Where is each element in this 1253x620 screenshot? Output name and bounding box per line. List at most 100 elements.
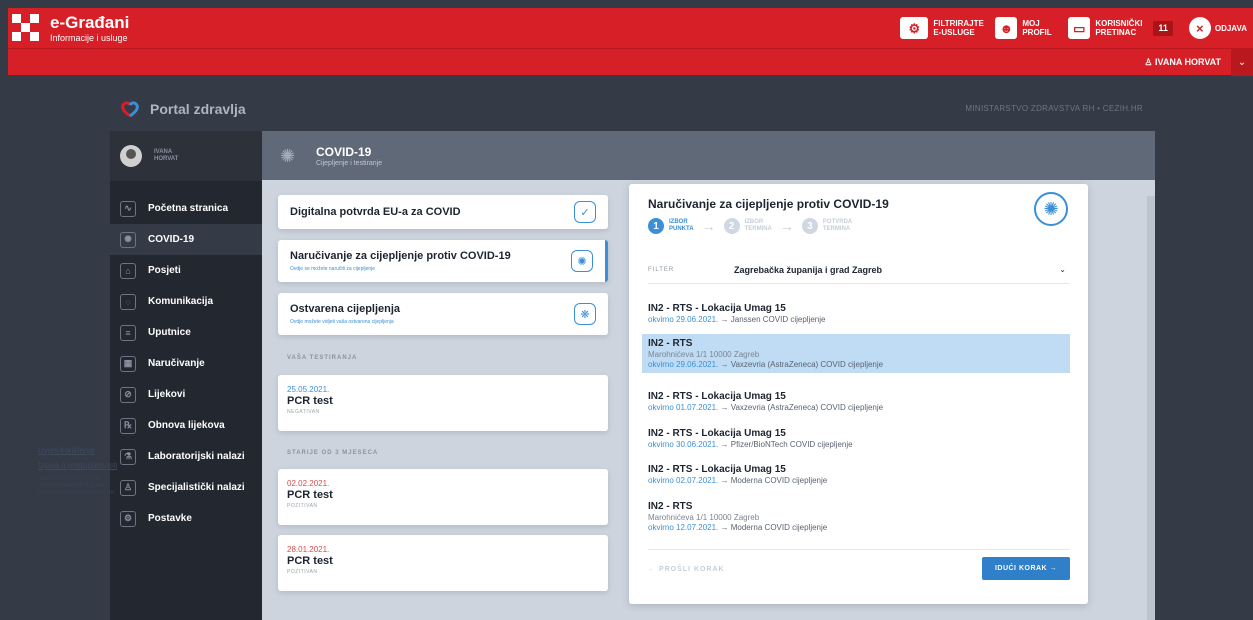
step-select-time: 2 IZBOR TERMINA: [723, 218, 772, 234]
tests-section-label: VAŠA TESTIRANJA: [287, 355, 358, 361]
service-card-vaccination-booking[interactable]: Naručivanje za cijepljenje protiv COVID-…: [278, 240, 608, 282]
sidebar-item-label: COVID-19: [148, 234, 195, 245]
location-date: okvirno 12.07.2021.: [648, 523, 719, 532]
prescription-icon: ℞: [120, 417, 136, 434]
sidebar-item-communication[interactable]: ◌ Komunikacija: [110, 286, 262, 317]
avatar: [120, 145, 142, 167]
test-name: PCR test: [287, 395, 333, 407]
location-item[interactable]: IN2 - RTS Marohnićeva 1/1 10000 Zagreb o…: [642, 497, 1070, 536]
location-date: okvirno 29.06.2021.: [648, 360, 719, 369]
vaccine-shield-icon: ❋: [574, 303, 596, 325]
sidebar-item-label: Laboratorijski nalazi: [148, 451, 245, 462]
settings-icon: ⚙: [120, 510, 136, 527]
previous-step-button[interactable]: ← PROŠLI KORAK: [648, 566, 725, 573]
test-card[interactable]: 28.01.2021. PCR test POZITIVAN: [278, 535, 608, 591]
location-vaccine: → Janssen COVID cijepljenje: [720, 315, 826, 324]
step-label: TERMINA: [822, 226, 851, 232]
user-name: IVANA HORVAT: [1154, 56, 1221, 67]
test-result: NEGATIVAN: [287, 409, 320, 415]
location-name: IN2 - RTS - Lokacija Umag 15: [648, 428, 786, 439]
brand-subtitle: Informacije i usluge: [50, 32, 128, 43]
sidebar-item-specialist-results[interactable]: ♙ Specijalistički nalazi: [110, 472, 262, 503]
test-result: POZITIVAN: [287, 569, 318, 575]
location-item[interactable]: IN2 - RTS - Lokacija Umag 15 okvirno 02.…: [642, 460, 1070, 489]
service-card-completed-vaccinations[interactable]: Ostvarena cijepljenja Ovdje možete vidje…: [278, 293, 608, 335]
user-menu-name[interactable]: ♙ IVANA HORVAT: [1144, 57, 1221, 68]
test-card[interactable]: 02.02.2021. PCR test POZITIVAN: [278, 469, 608, 525]
sidebar: IVANA HORVAT ∿ Početna stranica ✺ COVID-19…: [110, 131, 262, 620]
sidebar-item-booking[interactable]: ▦ Naručivanje: [110, 348, 262, 379]
service-title: Ostvarena cijepljenja: [290, 303, 401, 315]
arrow-right-icon: →: [779, 218, 794, 234]
region-filter[interactable]: FILTER Zagrebačka županija i grad Zagreb…: [648, 256, 1070, 284]
filter-services-button[interactable]: ⚙ FILTRIRAJTE E-USLUGE: [900, 17, 984, 39]
step-label: IZBOR: [744, 219, 764, 225]
location-date: okvirno 29.06.2021.: [648, 315, 719, 324]
sidebar-item-referrals[interactable]: ≡ Uputnice: [110, 317, 262, 348]
location-name: IN2 - RTS - Lokacija Umag 15: [648, 464, 786, 475]
filter-select-value[interactable]: Zagrebačka županija i grad Zagreb: [734, 265, 1059, 275]
logout-label: ODJAVA: [1214, 23, 1247, 33]
pill-icon: ⊘: [120, 386, 136, 403]
test-result: POZITIVAN: [287, 503, 318, 509]
location-item-selected[interactable]: IN2 - RTS Marohnićeva 1/1 10000 Zagreb o…: [642, 334, 1070, 373]
location-item[interactable]: IN2 - RTS - Lokacija Umag 15 okvirno 01.…: [642, 387, 1070, 416]
chevron-down-icon[interactable]: ⌄: [1231, 48, 1253, 76]
terms-link[interactable]: Uvjeti korištenja: [38, 446, 128, 455]
heart-logo-icon: [121, 101, 139, 118]
sidebar-item-medications[interactable]: ⊘ Lijekovi: [110, 379, 262, 410]
sidebar-item-covid[interactable]: ✺ COVID-19: [110, 224, 262, 255]
egradjani-logo[interactable]: e-Građani Informacije i usluge: [12, 14, 129, 43]
service-card-eu-certificate[interactable]: Digitalna potvrda EU-a za COVID ✓: [278, 195, 608, 229]
location-item[interactable]: IN2 - RTS - Lokacija Umag 15 okvirno 30.…: [642, 424, 1070, 453]
portal-logo[interactable]: Portal zdravlja: [120, 99, 246, 119]
content-header: ✺ COVID-19 Cijepljenje i testiranje: [262, 131, 1155, 180]
test-date: 02.02.2021.: [287, 479, 330, 488]
location-vaccine: → Pfizer/BioNTech COVID cijepljenje: [720, 440, 853, 449]
inbox-icon: ▭: [1068, 17, 1091, 39]
sidebar-item-renew-medications[interactable]: ℞ Obnova lijekova: [110, 410, 262, 441]
ministry-link[interactable]: MINISTARSTVO ZDRAVSTVA RH • CEZIH.HR: [965, 104, 1143, 113]
inbox-button[interactable]: ▭ KORISNIČKI PRETINAC 11: [1068, 17, 1173, 39]
accessibility-link[interactable]: Izjava o pristupačnosti: [38, 461, 128, 470]
service-title: Naručivanje za cijepljenje protiv COVID-…: [290, 250, 511, 262]
location-vaccine: → Vaxzevria (AstraZeneca) COVID cijeplje…: [720, 403, 884, 412]
close-icon: ×: [1188, 17, 1211, 39]
service-subtitle: Ovdje možete vidjeti vaša ostvarena cije…: [290, 319, 394, 325]
location-item[interactable]: IN2 - RTS - Lokacija Umag 15 okvirno 29.…: [642, 299, 1070, 328]
sidebar-item-label: Postavke: [148, 513, 192, 524]
filter-label: FILTER: [648, 266, 675, 273]
vaccine-booking-icon: ✺: [571, 250, 593, 272]
sidebar-item-label: Početna stranica: [148, 203, 229, 214]
booking-panel: Naručivanje za cijepljenje protiv COVID-…: [629, 184, 1088, 604]
sidebar-item-lab-results[interactable]: ⚗ Laboratorijski nalazi: [110, 441, 262, 472]
sidebar-nav: ∿ Početna stranica ✺ COVID-19 ⌂ Posjeti ◌ Ko…: [110, 193, 262, 534]
sidebar-item-label: Uputnice: [148, 327, 191, 338]
location-address: Marohnićeva 1/1 10000 Zagreb: [648, 350, 760, 359]
sidebar-item-visits[interactable]: ⌂ Posjeti: [110, 255, 262, 286]
calendar-icon: ▦: [120, 355, 136, 372]
chevron-down-icon[interactable]: ⌄: [1059, 265, 1066, 274]
page-subtitle: Cijepljenje i testiranje: [316, 159, 383, 167]
sidebar-item-settings[interactable]: ⚙ Postavke: [110, 503, 262, 534]
test-card[interactable]: 25.05.2021. PCR test NEGATIVAN: [278, 375, 608, 431]
test-date: 28.01.2021.: [287, 545, 330, 554]
location-date: okvirno 01.07.2021.: [648, 403, 719, 412]
location-vaccine: → Vaxzevria (AstraZeneca) COVID cijeplje…: [720, 360, 884, 369]
step-number: 2: [723, 218, 740, 234]
arrow-right-icon: →: [701, 218, 716, 234]
checkerboard-logo-icon: [12, 14, 40, 42]
sidebar-item-home[interactable]: ∿ Početna stranica: [110, 193, 262, 224]
next-step-button[interactable]: IDUĆI KORAK →: [982, 557, 1070, 580]
home-icon: ∿: [120, 200, 136, 217]
page-title: COVID-19: [316, 144, 372, 159]
location-vaccine: → Moderna COVID cijepljenje: [720, 476, 828, 485]
my-profile-button[interactable]: ☻ MOJ PROFIL: [995, 17, 1052, 39]
sidebar-item-label: Naručivanje: [148, 358, 205, 369]
scrollbar[interactable]: [1147, 196, 1155, 620]
service-title: Digitalna potvrda EU-a za COVID: [290, 206, 461, 218]
step-number: 3: [801, 218, 818, 234]
portal-name: Portal zdravlja: [150, 101, 246, 117]
logout-button[interactable]: × ODJAVA: [1188, 17, 1247, 39]
user-bar: ♙ IVANA HORVAT ⌄: [8, 48, 1253, 76]
